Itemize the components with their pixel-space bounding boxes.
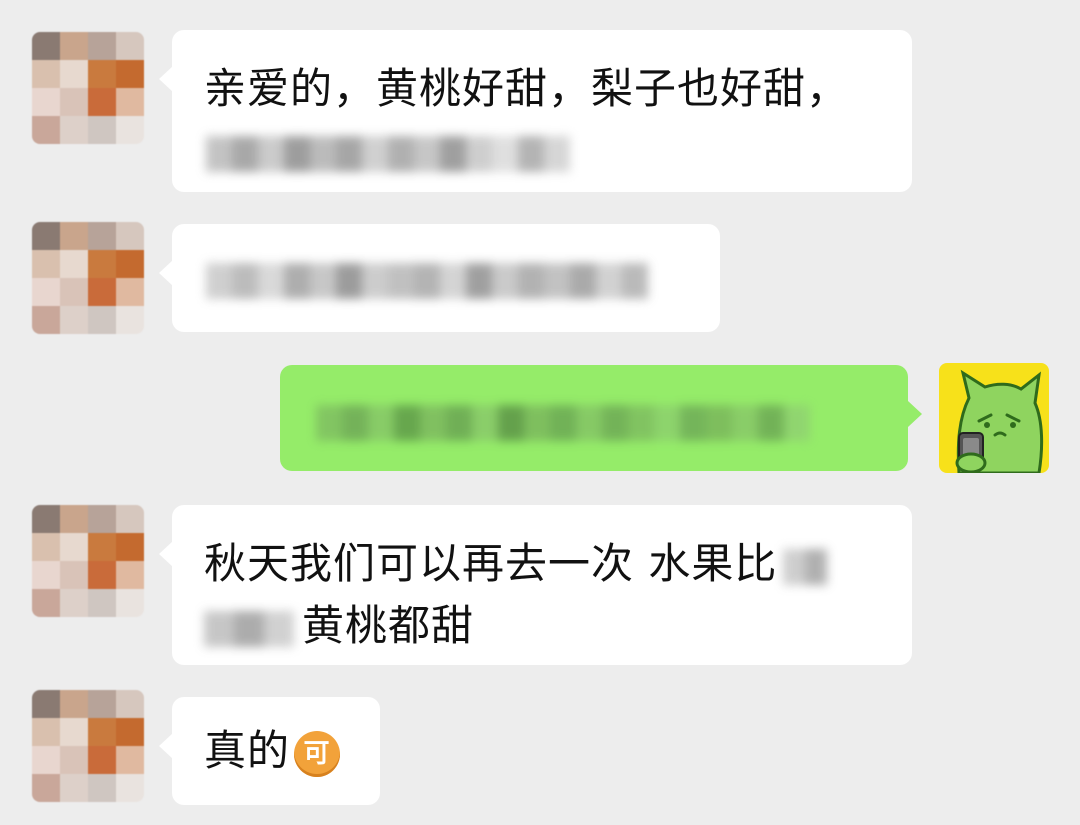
message-bubble-3[interactable] — [280, 365, 922, 471]
contact-avatar[interactable] — [32, 505, 144, 617]
contact-avatar[interactable] — [32, 222, 144, 334]
message-text: 秋天我们可以再去一次 水果比 — [204, 539, 778, 588]
contact-avatar[interactable] — [32, 690, 144, 802]
message-text: 黄桃都甜 — [302, 601, 475, 650]
contact-avatar[interactable] — [32, 32, 144, 144]
green-cat-phone-icon — [955, 369, 1044, 473]
message-text-line-1: 秋天我们可以再去一次 水果比 — [204, 533, 882, 595]
message-text: 真的 — [204, 726, 291, 775]
message-text-line-2: 黄桃都甜 — [204, 595, 882, 657]
message-bubble-2[interactable] — [159, 224, 720, 332]
redacted-text — [316, 389, 878, 451]
redacted-text — [783, 548, 828, 585]
message-bubble-1[interactable]: 亲爱的，黄桃好甜，梨子也好甜， — [159, 30, 912, 192]
message-text: 亲爱的，黄桃好甜，梨子也好甜， — [204, 64, 850, 113]
redacted-text — [204, 120, 882, 182]
message-bubble-4[interactable]: 秋天我们可以再去一次 水果比 黄桃都甜 — [159, 505, 912, 665]
redacted-text — [204, 610, 294, 647]
self-avatar[interactable] — [939, 363, 1049, 473]
redacted-text — [206, 247, 690, 309]
message-text-line: 真的可 — [204, 720, 360, 782]
ke-emoji-icon: 可 — [294, 730, 341, 777]
message-bubble-5[interactable]: 真的可 — [159, 697, 380, 805]
